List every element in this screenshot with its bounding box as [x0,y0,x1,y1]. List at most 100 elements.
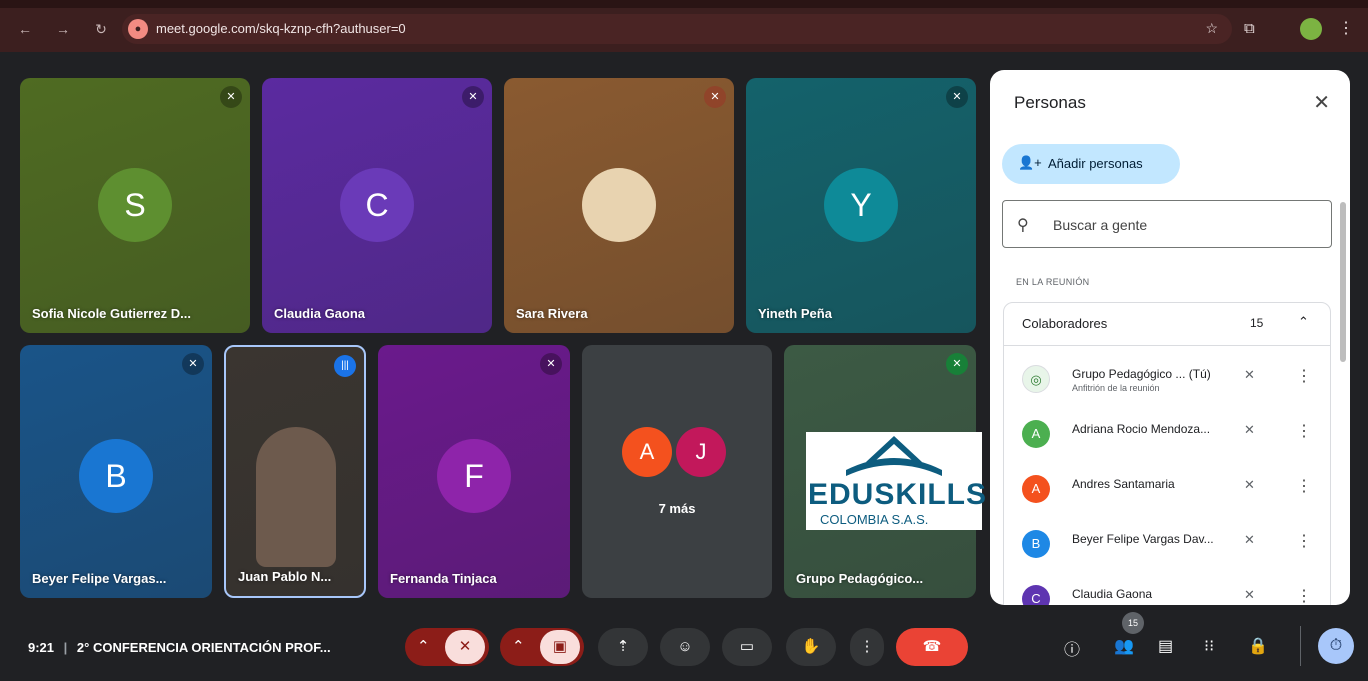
emoji-reactions-button[interactable]: ☺ [660,628,710,666]
more-options-icon[interactable]: ⋮ [1296,586,1312,605]
profile-avatar[interactable] [1300,18,1322,40]
collaborators-group: Colaboradores 15 ⌃ ◎ Grupo Pedagógico ..… [1003,302,1331,605]
participant-name: Grupo Pedagógico... [796,571,924,586]
avatar: J [676,427,726,477]
more-options-icon[interactable]: ⋮ [1296,476,1312,496]
group-name[interactable]: Colaboradores [1022,316,1107,331]
camera-off-button[interactable]: ▣ [540,630,580,664]
participant-name: Fernanda Tinjaca [390,571,497,586]
avatar: F [437,439,511,513]
separator: | [63,640,68,655]
add-person-icon: 👤+ [1018,155,1042,170]
mic-off-icon[interactable]: ✕ [1244,532,1255,548]
avatar: B [1022,530,1050,558]
mic-off-icon: ✕ [462,86,484,108]
person-name: Claudia Gaona [1072,587,1153,601]
mic-options-chevron-icon[interactable]: ⌃ [417,628,430,666]
extensions-icon[interactable]: ⧉ [1244,20,1255,37]
person-name: Grupo Pedagógico ... (Tú) [1072,367,1211,381]
list-item[interactable]: ◎ Grupo Pedagógico ... (Tú) Anfitrión de… [1004,357,1330,405]
participant-count-badge: 15 [1122,612,1144,634]
activities-icon[interactable]: ⁝⁝ [1204,636,1214,656]
avatar: C [1022,585,1050,605]
participant-name: Juan Pablo N... [238,569,332,584]
avatar: C [340,168,414,242]
mic-control-group: ⌃ ✕ [405,628,489,666]
raise-hand-button[interactable]: ✋ [786,628,836,666]
list-item[interactable]: C Claudia Gaona ✕ ⋮ [1004,577,1330,605]
avatar-photo [582,168,656,242]
participant-tile[interactable]: C ✕ Claudia Gaona [262,78,492,333]
browser-toolbar: ← → ↻ ● meet.google.com/skq-kznp-cfh?aut… [0,0,1368,52]
people-icon[interactable]: 👥 [1114,636,1134,656]
bookmark-star-icon[interactable]: ☆ [1205,20,1218,37]
camera-options-chevron-icon[interactable]: ⌃ [512,628,525,666]
browser-menu-icon[interactable]: ⋮ [1338,18,1354,38]
participant-tile[interactable]: B ✕ Beyer Felipe Vargas... [20,345,212,598]
list-item[interactable]: A Andres Santamaria ✕ ⋮ [1004,467,1330,515]
chat-icon[interactable]: ▤ [1158,636,1173,656]
logo-subtitle: COLOMBIA S.A.S. [820,512,929,527]
avatar: A [1022,420,1050,448]
more-options-icon[interactable]: ⋮ [1296,531,1312,551]
speaking-indicator-icon: ||| [334,355,356,377]
list-item[interactable]: A Adriana Rocio Mendoza... ✕ ⋮ [1004,412,1330,460]
more-options-button[interactable]: ⋮ [850,628,884,666]
mic-off-button[interactable]: ✕ [445,630,485,664]
participant-name: Claudia Gaona [274,306,366,321]
more-participants-tile[interactable]: A J 7 más [582,345,772,598]
participant-tile-active-speaker[interactable]: ||| Juan Pablo N... [224,345,366,598]
video-feed [256,427,336,567]
participant-tile[interactable]: ✕ Sara Rivera [504,78,734,333]
more-options-icon[interactable]: ⋮ [1296,366,1312,386]
avatar: A [622,427,672,477]
captions-button[interactable]: ▭ [722,628,772,666]
participant-name: Yineth Peña [758,306,832,321]
participant-name: Sofia Nicole Gutierrez D... [32,306,191,321]
person-role: Anfitrión de la reunión [1072,383,1160,393]
host-controls-icon[interactable]: 🔒 [1248,636,1268,656]
timer-icon[interactable]: ⏱ [1318,628,1354,664]
list-item[interactable]: B Beyer Felipe Vargas Dav... ✕ ⋮ [1004,522,1330,570]
search-placeholder: Buscar a gente [1053,217,1148,233]
mic-off-icon: ✕ [182,353,204,375]
person-name: Beyer Felipe Vargas Dav... [1072,532,1214,546]
avatar: ◎ [1022,365,1050,393]
meeting-details-icon[interactable]: ⓘ [1064,636,1080,660]
more-options-icon[interactable]: ⋮ [1296,421,1312,441]
avatar: A [1022,475,1050,503]
section-heading: EN LA REUNIÓN [1016,277,1090,287]
mic-off-icon[interactable]: ✕ [1244,587,1255,603]
meeting-controls-bar: 9:21 | 2° CONFERENCIA ORIENTACIÓN PROF..… [0,612,1368,681]
participant-tile[interactable]: Y ✕ Yineth Peña [746,78,976,333]
close-icon[interactable]: ✕ [1313,90,1330,115]
mic-off-icon[interactable]: ✕ [1244,477,1255,493]
divider [1300,626,1301,666]
mic-off-icon: ✕ [946,86,968,108]
tab-strip [0,0,1368,8]
clock-time: 9:21 [28,640,55,655]
address-bar[interactable]: ● meet.google.com/skq-kznp-cfh?authuser=… [122,14,1232,44]
search-people-input[interactable]: ⚲ Buscar a gente [1002,200,1332,248]
mic-off-icon[interactable]: ✕ [1244,422,1255,438]
group-count: 15 [1250,316,1264,330]
participant-tile[interactable]: F ✕ Fernanda Tinjaca [378,345,570,598]
site-info-icon[interactable]: ● [128,19,148,39]
chevron-up-icon[interactable]: ⌃ [1298,314,1309,330]
panel-scrollbar[interactable] [1340,202,1346,362]
reload-icon[interactable]: ↻ [92,20,110,38]
url-text[interactable]: meet.google.com/skq-kznp-cfh?authuser=0 [156,21,406,36]
avatar: S [98,168,172,242]
divider [1004,345,1330,346]
mic-off-icon[interactable]: ✕ [1244,367,1255,383]
search-icon: ⚲ [1017,217,1029,234]
participant-tile[interactable]: S ✕ Sofia Nicole Gutierrez D... [20,78,250,333]
book-icon [846,436,942,476]
mic-off-icon: ✕ [540,353,562,375]
forward-icon[interactable]: → [54,20,72,38]
leave-call-button[interactable]: ☎ [896,628,968,666]
add-people-button[interactable]: 👤+ Añadir personas [1002,144,1180,184]
meeting-info: 9:21 | 2° CONFERENCIA ORIENTACIÓN PROF..… [28,640,331,655]
back-icon[interactable]: ← [16,20,34,38]
present-screen-button[interactable]: ⇡ [598,628,648,666]
